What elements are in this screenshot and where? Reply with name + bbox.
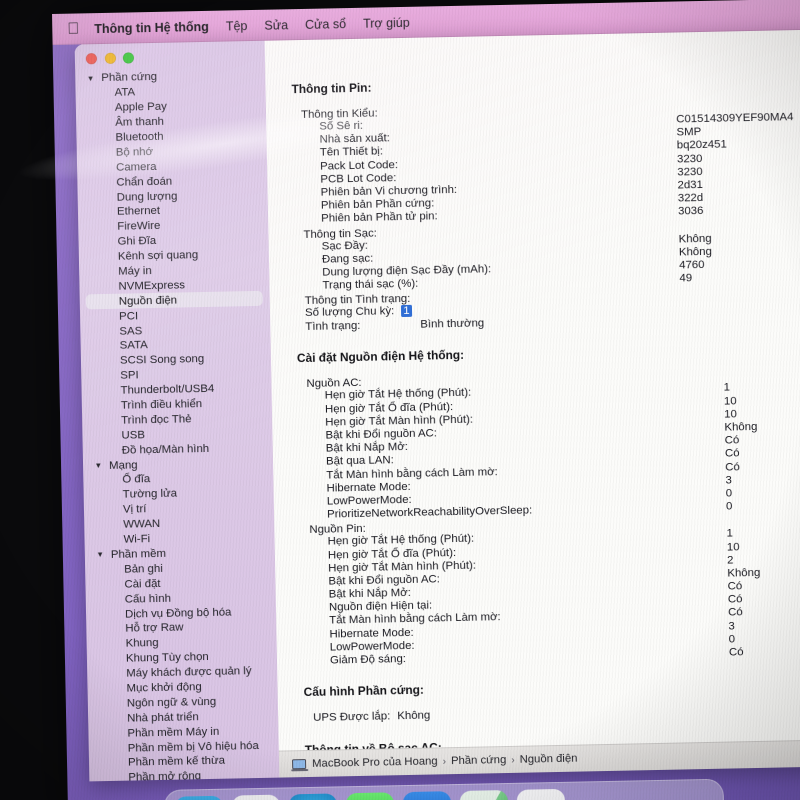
dock <box>163 778 725 800</box>
row-value: Có <box>727 580 743 593</box>
chevron-down-icon: ▾ <box>95 460 101 471</box>
row-label: Hibernate Mode: <box>326 480 411 495</box>
messages-icon[interactable] <box>345 792 395 800</box>
maximize-button[interactable] <box>122 52 135 64</box>
close-button[interactable] <box>85 53 98 65</box>
row-value: 3230 <box>676 152 703 166</box>
main-content-pane: Ma Thông tin Pin: Thông tin Kiểu: Số Sê … <box>264 29 800 751</box>
menubar-app-name[interactable]: Thông tin Hệ thống <box>94 19 209 35</box>
row-value: 0 <box>728 633 736 646</box>
row-value: 3036 <box>677 205 704 218</box>
row-label: Đang sạc: <box>321 252 374 266</box>
row-value: Không <box>678 232 712 245</box>
ups-value: Không <box>397 709 431 723</box>
menu-item-edit[interactable]: Sửa <box>264 18 288 32</box>
row-label: Nhà sản xuất: <box>319 132 390 146</box>
sidebar-group-label: Phần mềm <box>110 547 167 561</box>
minimize-button[interactable] <box>104 52 116 64</box>
sidebar-group-label: Mạng <box>108 458 138 472</box>
row-value: 1 <box>723 381 731 395</box>
row-value: Không <box>724 420 758 434</box>
row-value: Có <box>724 434 740 447</box>
row-label: Bật khi Đổi nguồn AC: <box>325 427 438 442</box>
chevron-down-icon: ▾ <box>88 73 93 84</box>
row-value: 10 <box>723 394 737 408</box>
row-value: 322d <box>677 192 704 205</box>
row-value: 3230 <box>677 165 703 179</box>
breadcrumb-separator: › <box>442 755 447 767</box>
row-value: Có <box>728 606 743 619</box>
menu-item-file[interactable]: Tệp <box>226 19 248 33</box>
breadcrumb-item-hardware[interactable]: Phần cứng <box>451 754 507 767</box>
window-controls <box>85 52 135 65</box>
cycle-count-value[interactable]: 1 <box>401 305 412 318</box>
screen-surface:  Thông tin Hệ thống Tệp Sửa Cửa sổ Trợ … <box>13 0 800 800</box>
maps-icon[interactable] <box>459 790 509 800</box>
row-value: 3 <box>728 620 735 633</box>
row-label: Phiên bản Phần cứng: <box>320 197 435 212</box>
mail-icon[interactable] <box>402 791 452 800</box>
apple-logo-icon[interactable]:  <box>66 20 80 37</box>
detail-content: Thông tin Pin: Thông tin Kiểu: Số Sê ri:… <box>265 29 800 751</box>
row-value: 10 <box>724 408 737 421</box>
row-label: Trạng thái sạc (%): <box>322 277 419 292</box>
row-label: Tên Thiết bị: <box>319 145 384 160</box>
breadcrumb-separator: › <box>511 754 515 766</box>
row-value: 0 <box>725 500 733 513</box>
row-value: SMP <box>676 126 702 139</box>
row-label: Bật khi Nắp Mở: <box>325 441 409 455</box>
row-label: LowPowerMode: <box>326 493 412 508</box>
row-value: 4760 <box>679 258 705 272</box>
row-value: 3 <box>725 474 732 487</box>
row-label: Bật khi Đổi nguồn AC: <box>328 573 440 588</box>
row-label: Số Sê ri: <box>319 119 364 133</box>
system-information-window: ▾ Phần cứng ATA Apple Pay Âm thanh Bluet… <box>74 29 800 782</box>
row-label: LowPowerMode: <box>329 639 415 654</box>
row-value: 49 <box>679 272 693 285</box>
breadcrumb-item-device[interactable]: MacBook Pro của Hoang <box>312 755 438 770</box>
row-label: Hibernate Mode: <box>329 626 414 641</box>
row-label: Phiên bản Phần tử pin: <box>321 210 438 225</box>
ups-label: UPS Được lắp: <box>313 710 391 725</box>
row-value: Có <box>724 447 740 460</box>
row-label: Giảm Độ sáng: <box>329 653 407 667</box>
row-value: C01514309YEF90MA4 <box>676 111 794 126</box>
row-value: 0 <box>725 487 733 500</box>
row-value: Không <box>727 566 761 580</box>
row-value: Có <box>725 460 740 474</box>
chevron-down-icon: ▾ <box>97 549 103 560</box>
row-value: bq20z451 <box>676 138 727 152</box>
sidebar-group-label: Phần cứng <box>101 71 158 85</box>
battery-section-title: Thông tin Pin: <box>291 80 372 97</box>
menu-item-help[interactable]: Trợ giúp <box>363 15 410 30</box>
row-label: Pack Lot Code: <box>319 158 399 173</box>
row-label: PCB Lot Code: <box>320 171 397 186</box>
row-label: Bật khi Nắp Mở: <box>328 586 411 601</box>
condition-label: Tình trạng: <box>305 320 361 334</box>
row-value: 1 <box>726 527 734 540</box>
row-value: 10 <box>726 540 740 554</box>
laptop-icon <box>292 759 307 770</box>
row-value: 2d31 <box>677 178 704 192</box>
sidebar: ▾ Phần cứng ATA Apple Pay Âm thanh Bluet… <box>74 40 280 782</box>
finder-icon[interactable] <box>174 795 224 800</box>
safari-icon[interactable] <box>288 793 338 800</box>
row-value: 2 <box>726 554 734 567</box>
cycle-count-label: Số lượng Chu kỳ: <box>304 305 395 320</box>
photo-of-screen:  Thông tin Hệ thống Tệp Sửa Cửa sổ Trợ … <box>0 0 800 800</box>
row-label: Sạc Đầy: <box>321 239 369 253</box>
launchpad-icon[interactable] <box>231 794 281 800</box>
row-value: Có <box>727 593 743 606</box>
row-value: Có <box>728 646 744 659</box>
condition-value: Bình thường <box>420 317 485 331</box>
photos-icon[interactable] <box>516 788 566 800</box>
menu-item-window[interactable]: Cửa sổ <box>305 17 346 32</box>
row-label: Bật qua LAN: <box>325 454 394 468</box>
row-value: Không <box>678 245 712 259</box>
breadcrumb-item-power[interactable]: Nguồn điện <box>520 753 578 766</box>
